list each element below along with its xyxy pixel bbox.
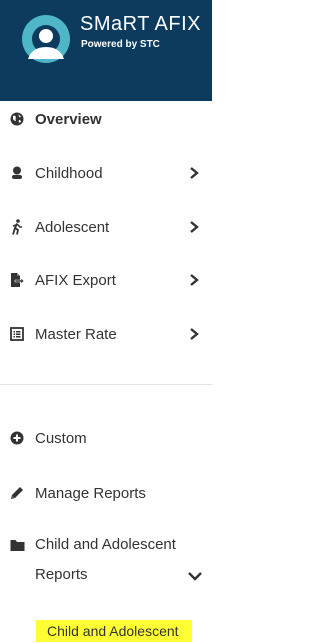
chevron-right-icon xyxy=(190,274,199,286)
sidebar-item-afix-export[interactable]: AFIX Export xyxy=(0,260,212,300)
app-subtitle: Powered by STC xyxy=(81,39,160,50)
sidebar-item-manage-reports[interactable]: Manage Reports xyxy=(0,473,212,513)
chevron-down-icon xyxy=(188,572,202,581)
list-document-icon xyxy=(9,326,25,342)
sidebar-item-label: Overview xyxy=(35,110,102,128)
sidebar-item-master-rate[interactable]: Master Rate xyxy=(0,314,212,354)
sidebar-item-label: Childhood xyxy=(35,164,103,182)
folder-icon xyxy=(9,537,25,553)
sidebar-item-label: Manage Reports xyxy=(35,484,146,502)
sidebar-item-child-adolescent-reports[interactable]: Child and Adolescent Reports xyxy=(0,530,212,590)
logo-icon xyxy=(22,15,70,63)
sidebar-item-label: Adolescent xyxy=(35,218,110,236)
pencil-icon xyxy=(9,485,25,501)
globe-icon xyxy=(9,111,25,127)
app-title: SMaRT AFIX xyxy=(80,13,201,35)
sidebar-item-label: Custom xyxy=(35,429,87,447)
sidebar-divider xyxy=(0,384,212,385)
submenu-item-child-adolescent[interactable]: Child and Adolescent xyxy=(36,620,192,642)
plus-circle-icon xyxy=(9,430,25,446)
chevron-right-icon xyxy=(190,328,199,340)
sidebar-item-label: Master Rate xyxy=(35,325,117,343)
app-header: SMaRT AFIX Powered by STC xyxy=(0,0,212,101)
sidebar-item-childhood[interactable]: Childhood xyxy=(0,153,212,193)
sidebar-item-overview[interactable]: Overview xyxy=(0,99,212,139)
child-icon xyxy=(9,165,25,181)
walking-person-icon xyxy=(9,219,25,235)
sidebar-item-custom[interactable]: Custom xyxy=(0,418,212,458)
sidebar-item-label-line2: Reports xyxy=(35,566,88,583)
sidebar-item-label-line1: Child and Adolescent xyxy=(35,536,176,553)
sidebar-item-label: AFIX Export xyxy=(35,271,116,289)
file-export-icon xyxy=(9,272,25,288)
sidebar-item-adolescent[interactable]: Adolescent xyxy=(0,207,212,247)
chevron-right-icon xyxy=(190,221,199,233)
chevron-right-icon xyxy=(190,167,199,179)
